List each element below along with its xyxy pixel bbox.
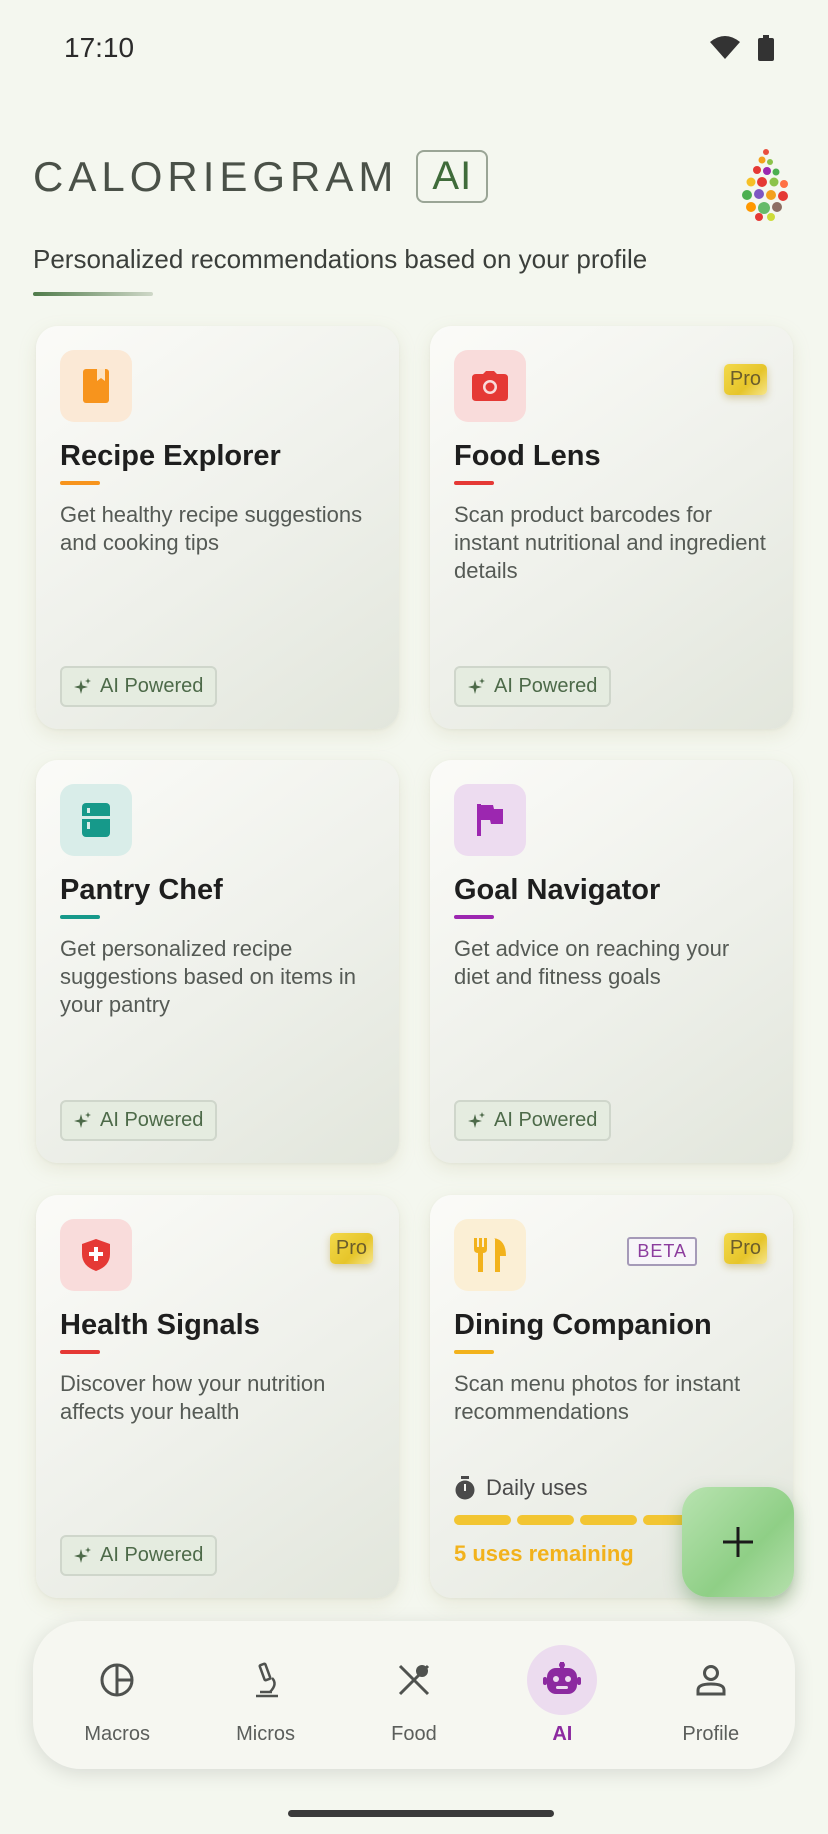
card-icon-bg [454,350,526,422]
sparkle-icon [74,1546,91,1563]
card-icon-bg [60,1219,132,1291]
fork-knife-icon [474,1238,506,1272]
beta-badge: BETA [627,1237,697,1266]
page-subtitle: Personalized recommendations based on yo… [33,244,648,274]
card-food-lens[interactable]: Pro Food Lens Scan product barcodes for … [430,326,793,729]
card-description: Get advice on reaching your diet and fit… [454,936,730,989]
bottom-navigation: Macros Micros Food AI Profile [33,1621,795,1769]
subtitle-underline [33,292,153,296]
ai-powered-chip: AI Powered [60,666,218,707]
status-time: 17:10 [64,32,135,63]
ai-powered-chip: AI Powered [60,1100,218,1141]
robot-icon [543,1661,582,1694]
nav-item-macros[interactable]: Macros [52,1645,182,1746]
nav-icon-wrap [379,1645,449,1715]
card-title: Dining Companion [454,1309,712,1341]
daily-uses-row: Daily uses [454,1475,587,1501]
card-icon-bg [60,784,132,856]
nav-item-profile[interactable]: Profile [646,1645,776,1746]
wifi-icon [710,36,740,59]
nav-item-food[interactable]: Food [349,1645,479,1746]
card-underline [60,1350,100,1354]
pro-badge: Pro [723,364,767,395]
utensils-icon [398,1664,430,1695]
nav-icon-wrap [82,1645,152,1715]
nav-icon-wrap [231,1645,301,1715]
card-underline [60,915,100,919]
progress-segment [517,1515,574,1525]
card-underline [454,1350,494,1354]
ai-powered-chip: AI Powered [454,1100,612,1141]
pro-badge: Pro [723,1233,767,1264]
ai-chip-label: AI Powered [100,1544,204,1566]
ai-chip-label: AI Powered [494,1109,598,1131]
microscope-icon [255,1661,278,1697]
shield-plus-icon [82,1239,110,1271]
nav-label: AI [552,1722,573,1745]
fridge-icon [82,803,110,837]
card-title: Food Lens [454,440,601,472]
ai-chip-label: AI Powered [100,1109,204,1131]
nav-label: Micros [236,1722,296,1745]
flag-icon [477,804,503,836]
daily-uses-label: Daily uses [486,1475,588,1500]
card-description: Discover how your nutrition affects your… [60,1371,326,1424]
card-icon-bg [454,1219,526,1291]
card-title: Recipe Explorer [60,440,281,472]
card-underline [454,481,494,485]
card-icon-bg [60,350,132,422]
nav-icon-wrap [527,1644,598,1715]
nav-label: Profile [682,1722,740,1745]
book-icon [83,369,109,403]
nav-item-ai[interactable]: AI [497,1644,627,1746]
nav-item-micros[interactable]: Micros [201,1645,331,1746]
progress-segment [454,1515,511,1525]
card-underline [60,481,100,485]
battery-icon [758,35,774,61]
progress-segment [580,1515,637,1525]
pro-badge: Pro [329,1233,373,1264]
card-title: Health Signals [60,1309,260,1341]
card-title: Pantry Chef [60,874,223,906]
ai-chip-label: AI Powered [494,675,598,697]
card-goal-navigator[interactable]: Goal Navigator Get advice on reaching yo… [430,760,793,1163]
stopwatch-icon [455,1476,475,1500]
ai-powered-chip: AI Powered [60,1535,218,1576]
sparkle-icon [468,677,485,694]
sparkle-icon [74,1111,91,1128]
pie-chart-icon [100,1663,134,1696]
ai-powered-chip: AI Powered [454,666,612,707]
status-icons [710,35,774,61]
brand-name: CALORIEGRAM [33,152,399,200]
card-icon-bg [454,784,526,856]
card-recipe-explorer[interactable]: Recipe Explorer Get healthy recipe sugge… [36,326,399,729]
ai-chip-label: AI Powered [100,675,204,697]
card-pantry-chef[interactable]: Pantry Chef Get personalized recipe sugg… [36,760,399,1163]
uses-remaining-text: 5 uses remaining [454,1541,634,1566]
card-description: Scan menu photos for instant recommendat… [454,1371,741,1424]
card-description: Get personalized recipe suggestions base… [60,936,356,1017]
brand-ai-badge: AI [416,150,489,203]
plus-icon [723,1527,753,1557]
person-icon [696,1664,726,1695]
add-button[interactable] [682,1487,794,1597]
header: CALORIEGRAM AI [33,149,795,221]
card-health-signals[interactable]: Pro Health Signals Discover how your nut… [36,1195,399,1598]
card-description: Scan product barcodes for instant nutrit… [454,502,766,583]
brand: CALORIEGRAM AI [33,150,795,203]
sparkle-icon [74,677,91,694]
sparkle-icon [468,1111,485,1128]
nav-label: Food [391,1722,437,1745]
nav-label: Macros [84,1722,150,1745]
nav-icon-wrap [676,1645,746,1715]
home-indicator[interactable] [288,1810,554,1817]
card-title: Goal Navigator [454,874,661,906]
status-bar: 17:10 [0,0,828,96]
fruit-drop-logo-icon [742,149,788,221]
card-description: Get healthy recipe suggestions and cooki… [60,502,363,555]
card-underline [454,915,494,919]
camera-icon [472,371,508,401]
